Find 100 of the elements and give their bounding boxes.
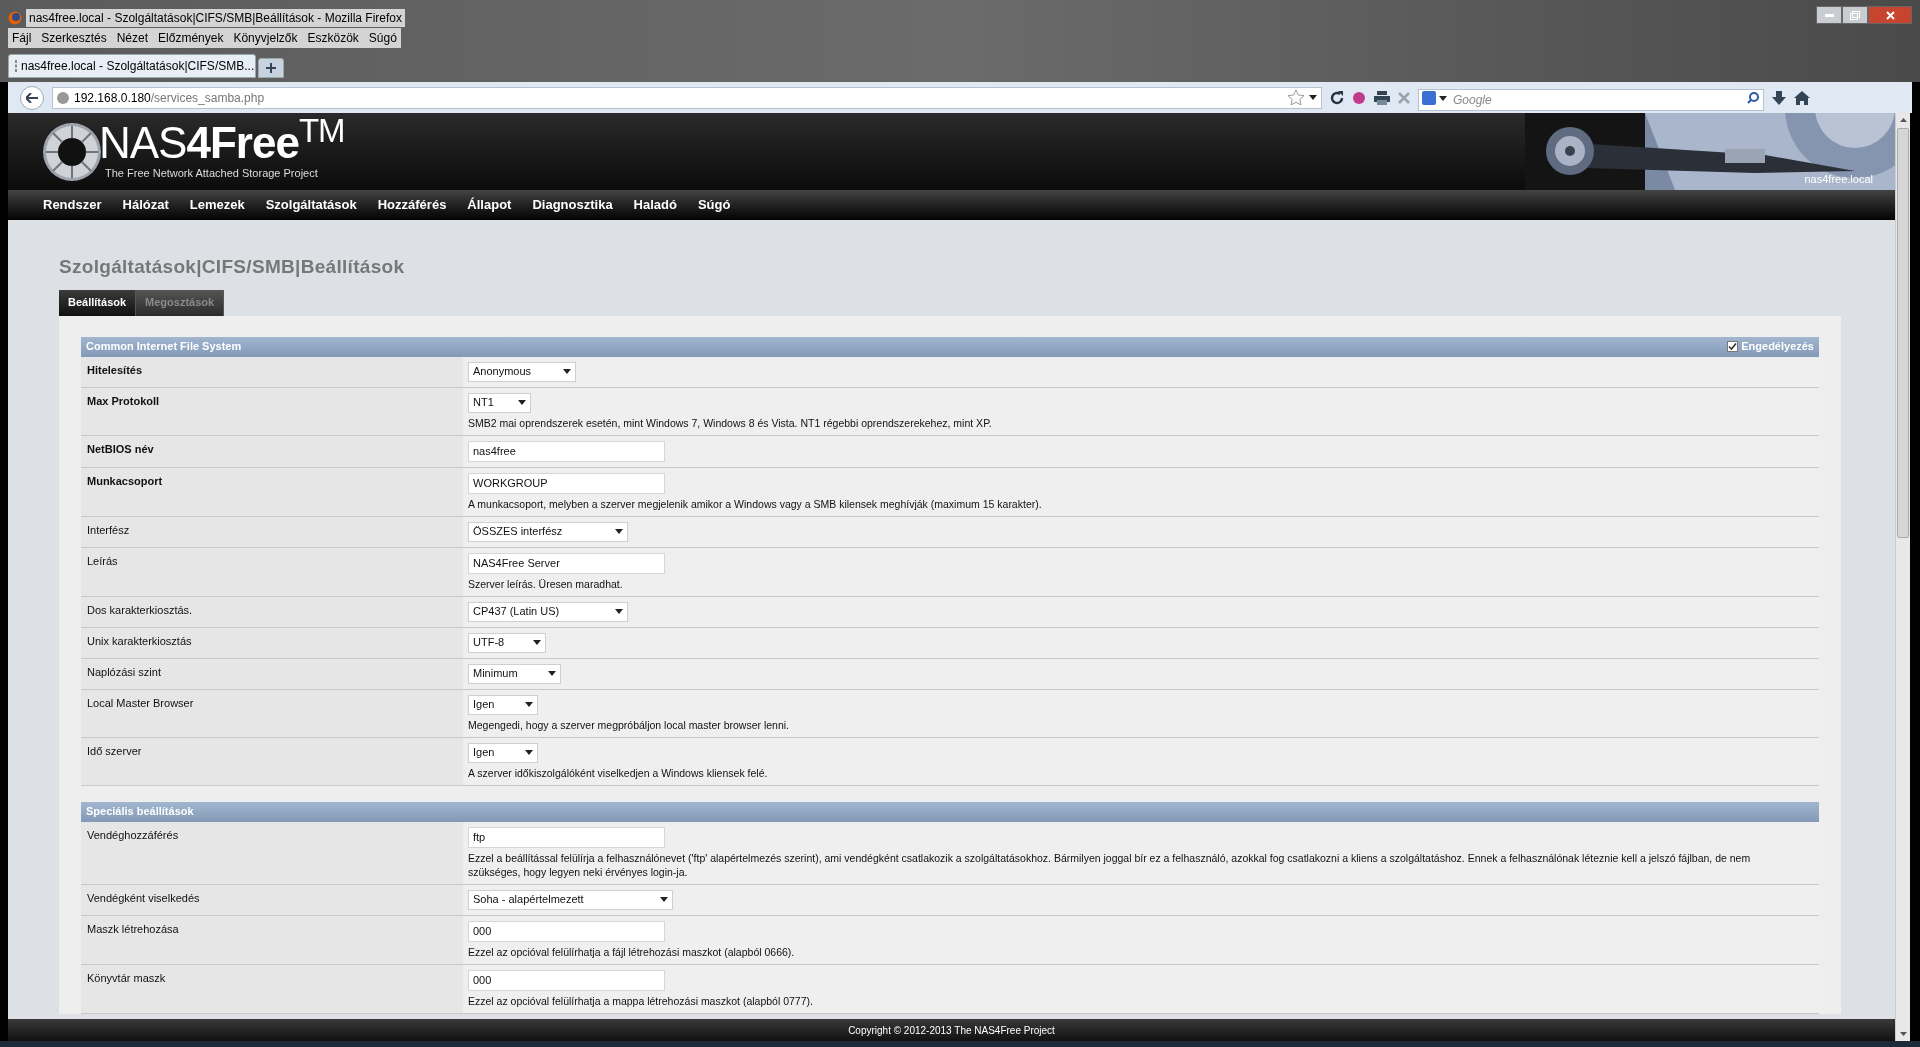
scrollbar[interactable] — [1895, 113, 1910, 1041]
dropdown-select[interactable]: Soha - alapértelmezett — [468, 889, 673, 910]
dropdown-caret-icon — [525, 750, 533, 755]
logo-text: NAS4Free$^{TM}$ — [99, 121, 345, 166]
field-label: Leírás — [81, 547, 463, 596]
plus-icon — [266, 63, 276, 73]
dropdown-select[interactable]: CP437 (Latin US) — [468, 601, 628, 622]
text-input[interactable]: 000 — [468, 920, 665, 942]
search-icon — [1747, 91, 1759, 104]
maximize-button[interactable] — [1842, 6, 1868, 24]
window-title: nas4free.local - Szolgáltatások|CIFS/SMB|Beállítások - Mozilla Firefox — [26, 9, 406, 27]
dropdown-caret-icon — [1439, 95, 1447, 101]
restore-icon — [1850, 10, 1860, 20]
close-button[interactable] — [1868, 6, 1912, 24]
nav-link[interactable]: Állapot — [467, 195, 512, 215]
dropdown-caret-icon — [562, 369, 571, 374]
dropdown-select[interactable]: Igen — [468, 694, 538, 715]
logo-ring-icon — [41, 120, 103, 183]
field-hint: A szerver időkiszolgálóként viselkedjen a Windows kliensek felé. — [468, 765, 769, 780]
field-label: NetBIOS név — [81, 435, 463, 467]
text-input[interactable]: NAS4Free Server — [468, 552, 665, 574]
menu-item[interactable]: Fájl — [12, 29, 32, 47]
field-hint: Szerver leírás. Üresen maradhat. — [468, 576, 624, 591]
nav-link[interactable]: Szolgáltatások — [265, 195, 357, 215]
dropdown-select[interactable]: UTF-8 — [468, 632, 546, 653]
menu-item[interactable]: Szerkesztés — [41, 29, 107, 47]
field-label: Idő szerver — [81, 737, 463, 785]
dropdown-select[interactable]: ÖSSZES interfész — [468, 521, 628, 542]
dropdown-caret-icon — [615, 609, 623, 614]
dropdown-caret-icon — [615, 529, 623, 534]
field-hint: Ezzel az opcióval felülírhatja a fájl létrehozási maszkot (alapból 0666). — [468, 944, 796, 959]
scroll-down-icon — [1899, 1032, 1907, 1036]
field-label: Vendéghozzáférés — [81, 821, 463, 884]
dropdown-select[interactable]: Anonymous — [468, 361, 576, 382]
browser-logo-icon — [8, 11, 22, 25]
hostname: nas4free.local — [1804, 171, 1873, 187]
text-input[interactable]: WORKGROUP — [468, 472, 665, 494]
nav-link[interactable]: Lemezek — [189, 195, 245, 215]
browser-tab[interactable]: nas4free.local - Szolgáltatások|CIFS/SMB... — [8, 54, 256, 78]
field-label: Local Master Browser — [81, 689, 463, 737]
checkbox[interactable] — [1727, 341, 1739, 352]
field-label: Naplózási szint — [81, 658, 463, 689]
menu-item[interactable]: Nézet — [116, 29, 149, 47]
globe-icon — [57, 91, 69, 104]
minimize-button[interactable] — [1816, 6, 1842, 24]
field-hint: Megengedi, hogy a szerver megpróbáljon local master browser lenni. — [468, 717, 790, 732]
menu-item[interactable]: Eszközök — [307, 29, 359, 47]
nav-link[interactable]: Haladó — [633, 195, 677, 215]
nav-link[interactable]: Hozzáférés — [377, 195, 447, 215]
nav-link[interactable]: Hálózat — [122, 195, 169, 215]
field-label: Dos karakterkiosztás. — [81, 596, 463, 627]
text-input[interactable]: ftp — [468, 826, 665, 848]
nav-link[interactable]: Rendszer — [43, 195, 102, 215]
dropdown-caret-icon — [1309, 95, 1317, 100]
star-icon — [1288, 90, 1304, 105]
field-label: Interfész — [81, 516, 463, 547]
text-input[interactable]: nas4free — [468, 440, 665, 462]
dropdown-select[interactable]: Igen — [468, 742, 538, 763]
dropdown-caret-icon — [517, 400, 526, 405]
section-title: Common Internet File System — [86, 339, 242, 355]
field-hint: SMB2 mai oprendszerek esetén, mint Windows 7, Windows 8 és Vista. NT1 régebbi oprendszerekehez, mint XP. — [468, 415, 993, 430]
enable-label: Engedélyezés — [1741, 339, 1814, 355]
home-icon[interactable] — [1794, 90, 1810, 105]
field-label: Vendégként viselkedés — [81, 884, 463, 915]
reload-icon[interactable] — [1330, 90, 1344, 105]
checkmark-icon — [1728, 342, 1738, 351]
new-tab-button[interactable] — [258, 58, 284, 78]
search-field[interactable]: Google — [1418, 88, 1764, 111]
field-label: Max Protokoll — [81, 387, 463, 435]
menu-item[interactable]: Súgó — [368, 29, 397, 47]
menu-item[interactable]: Könyvjelzők — [233, 29, 298, 47]
nav-link[interactable]: Diagnosztika — [532, 195, 613, 215]
minimize-icon — [1824, 13, 1834, 17]
field-label: Könyvtár maszk — [81, 964, 463, 1013]
text-input[interactable]: 000 — [468, 969, 665, 991]
dropdown-select[interactable]: Minimum — [468, 663, 561, 684]
dropdown-select[interactable]: NT1 — [468, 392, 531, 413]
field-label: Unix karakterkiosztás — [81, 627, 463, 658]
tab[interactable]: Beállítások — [59, 289, 137, 316]
back-button[interactable] — [20, 85, 44, 110]
addon-icon[interactable] — [1352, 90, 1366, 105]
print-icon[interactable] — [1374, 90, 1390, 105]
download-icon[interactable] — [1772, 90, 1786, 105]
dropdown-caret-icon — [547, 671, 556, 676]
dropdown-caret-icon — [525, 702, 533, 707]
tab-title: nas4free.local - Szolgáltatások|CIFS/SMB... — [21, 58, 255, 75]
url-field[interactable]: 192.168.0.180/services_samba.php — [52, 86, 1322, 109]
url-text: 192.168.0.180/services_samba.php — [74, 89, 265, 107]
menu-item[interactable]: Előzmények — [158, 29, 224, 47]
back-arrow-icon — [26, 92, 38, 103]
field-hint: A munkacsoport, melyben a szerver megjelenik amikor a Windows vagy a SMB kilensek meghívják (maximum 15 karakter). — [468, 496, 1043, 511]
field-hint: Ezzel a beállítással felülírja a felhasználónevet ('ftp' alapértelmezés szerint), ami vendégként csatlakozik a szolgáltatásokhoz. Bármilyen joggal bír ez a felhasználó, azokkal fog csatlakozni a kliens a szolgáltatáshoz. Ennek a felhasználónak léteznie kell a jelszó fájlban, de nem szükséges, hogy legyen neki érvényes login-ja. — [468, 850, 1752, 879]
dropdown-caret-icon — [660, 897, 668, 902]
scroll-up-icon — [1899, 118, 1907, 122]
field-label: Hitelesítés — [81, 356, 463, 387]
nav-link[interactable]: Súgó — [697, 195, 731, 215]
field-label: Maszk létrehozása — [81, 915, 463, 964]
field-label: Munkacsoport — [81, 467, 463, 516]
copyright-text: Copyright © 2012-2013 The NAS4Free Project — [848, 1023, 1055, 1038]
scroll-thumb[interactable] — [1897, 128, 1909, 538]
